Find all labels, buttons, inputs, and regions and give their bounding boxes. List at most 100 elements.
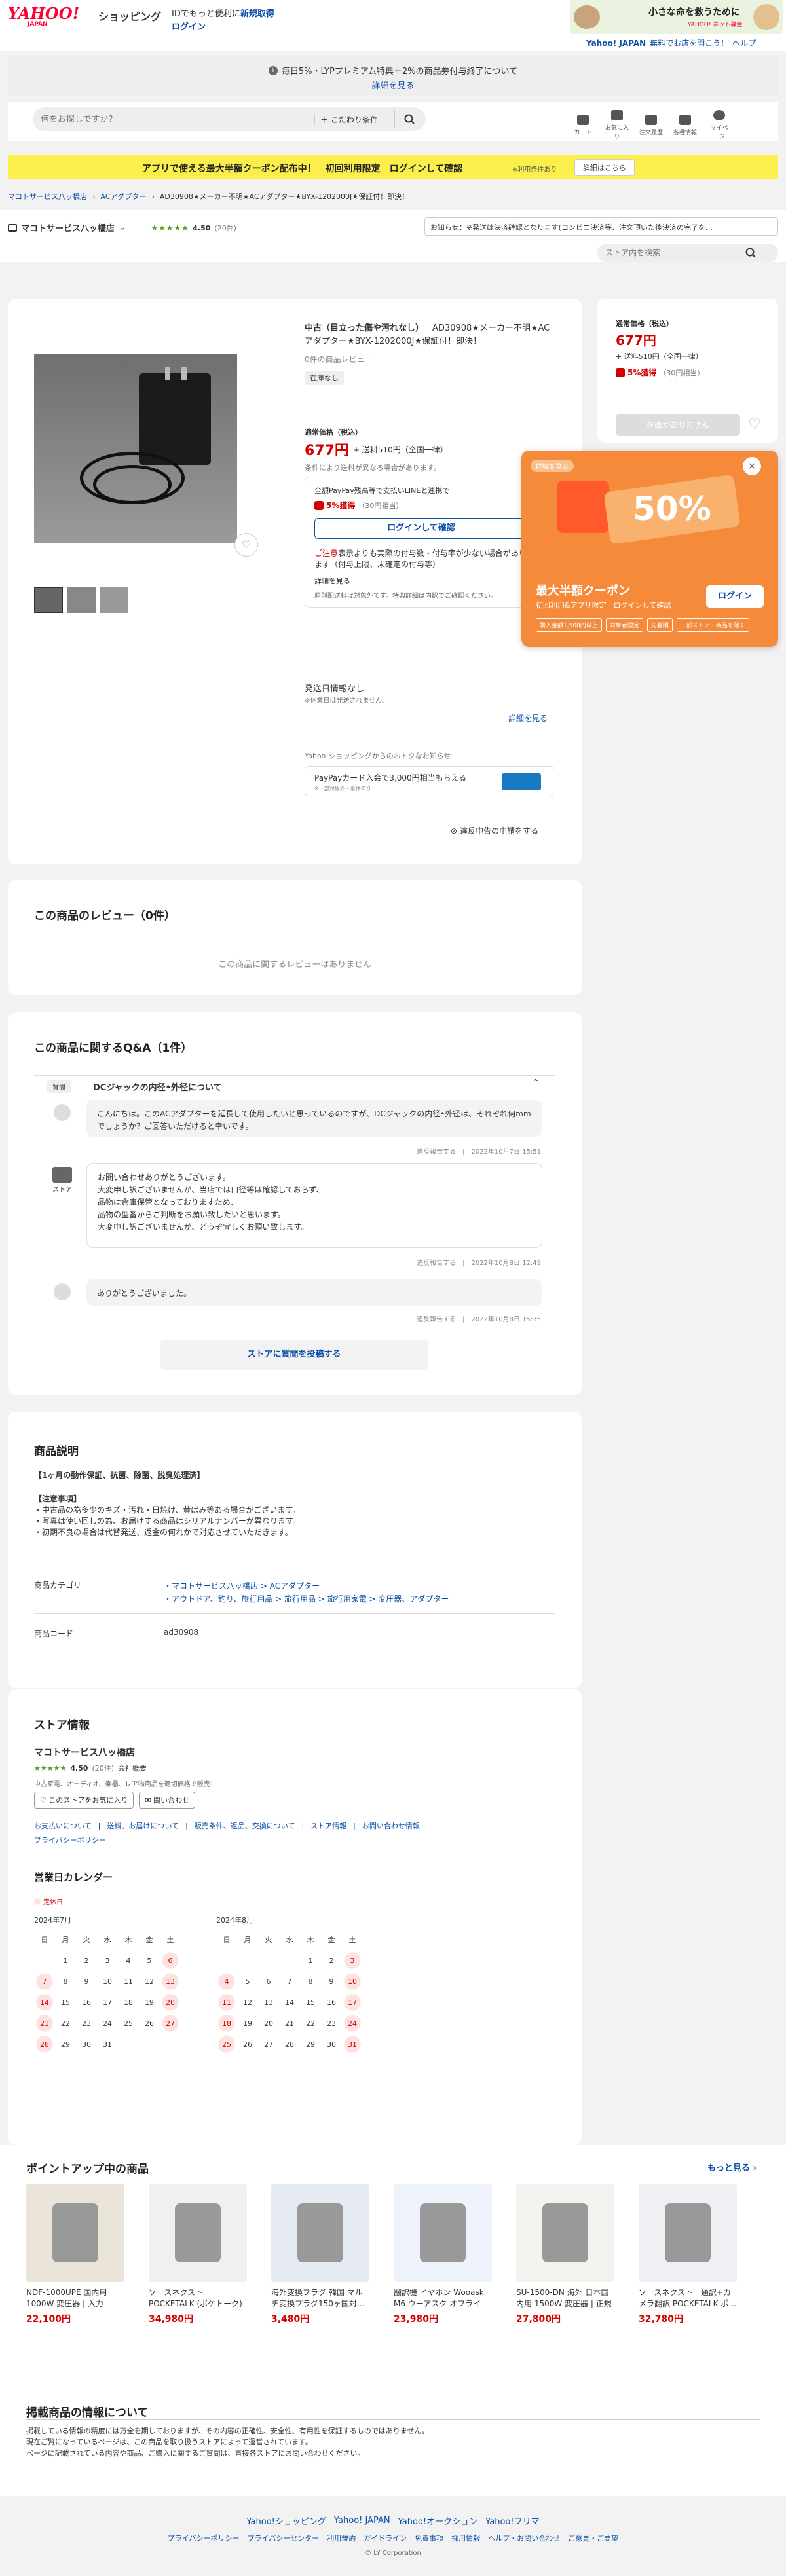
product-price: 22,100円 [26,2314,71,2325]
shopping-logo[interactable]: ショッピング [98,8,161,24]
donation-banner[interactable]: 小さな命を救うために YAHOO! ネット募金 [570,0,783,34]
side-heart-icon[interactable]: ♡ [748,416,761,433]
notice-text: 毎日5%・LYPプレミアム特典＋2%の商品券付与終了について [281,67,518,77]
calendar-day: 23 [82,2019,91,2028]
login-confirm-button[interactable]: ログインして確認 [314,518,528,539]
popup-title: 最大半額クーポン [536,584,630,598]
footer-link[interactable]: Yahoo! JAPAN [334,2516,390,2526]
store-search-icon[interactable] [745,248,756,258]
footer: Yahoo!ショッピング Yahoo! JAPAN Yahoo!オークション Yaho… [0,2496,786,2576]
footer-link[interactable]: Yahoo!フリマ [485,2514,539,2527]
store-link[interactable]: お支払いについて [34,1820,92,1831]
coupon-detail-button[interactable]: 詳細はこちら [574,159,635,176]
calendar-day: 14 [285,1998,294,2007]
store-icon [52,1167,72,1183]
store-link[interactable]: ストア情報 [310,1820,346,1831]
store-link[interactable]: お問い合わせ情報 [362,1820,420,1831]
help-link[interactable]: ヘルプ [732,37,756,48]
more-link[interactable]: もっと見る › [707,2161,757,2173]
footer-link[interactable]: プライバシーポリシー [168,2533,240,2543]
store-info-name[interactable]: マコトサービス八ッ橋店 [34,1746,135,1759]
chevron-up-icon[interactable]: ⌃ [532,1078,540,1088]
calendar-day: 17 [342,1992,363,2013]
thumbnail[interactable] [34,587,63,613]
footer-link[interactable]: プライバシーセンター [248,2533,320,2543]
weekday-header: 水 [286,1936,293,1944]
popup-login-button[interactable]: ログイン [706,585,764,608]
heart-button[interactable]: お気に入り [605,110,629,140]
favorite-store-button[interactable]: ♡ このストアをお気に入り [34,1792,134,1809]
store-links: お支払いについて | 送料、お届けについて | 販売条件、返品、交換について | ストア情報… [34,1820,420,1831]
footer-link[interactable]: ヘルプ・お問い合わせ [488,2533,560,2543]
point-up-product[interactable]: 翻訳機 イヤホン Wooask M6 ウーアスク オフライン… 23,980円 [394,2184,492,2325]
review-count[interactable]: 0件の商品レビュー [305,354,373,365]
notice-detail-link[interactable]: 詳細を見る [8,79,778,91]
paypay-icon [616,367,625,377]
user-button[interactable]: マイページ [707,110,731,140]
point-up-product[interactable]: 海外変換プラグ 韓国 マルチ変換プラグ150ヶ国対… 3,480円 [271,2184,369,2325]
breadcrumb-category[interactable]: ACアダプター [100,191,146,202]
store-link[interactable]: 送料、お届けについて [107,1820,179,1831]
register-link[interactable]: 新規取得 [240,9,274,19]
search-input[interactable] [41,111,290,127]
report-link[interactable]: ⊘ 違反申告の申請をする [451,825,538,836]
footer-link[interactable]: 採用情報 [451,2533,480,2543]
contact-button[interactable]: ✉ 問い合わせ [139,1792,196,1809]
footer-link[interactable]: ガイドライン [364,2533,407,2543]
ship-detail-link[interactable]: 詳細を見る [508,712,548,724]
footer-link[interactable]: Yahoo!オークション [398,2514,477,2527]
header-icon-label: お気に入り [605,125,629,140]
filter-button[interactable]: ＋こだわり条件 [314,114,378,125]
product-main-image[interactable] [34,354,237,543]
bell-button[interactable]: 各種情報 [673,114,697,136]
point-up-product[interactable]: SU-1500-DN 海外 日本国内用 1500W 変圧器 | 正規代… 27,8… [516,2184,614,2325]
yahoo-japan-link[interactable]: Yahoo! JAPAN [586,39,646,48]
calendar-day: 18 [216,2013,237,2034]
calendar-day: 15 [306,1998,315,2007]
yahoo-logo[interactable]: YAHOO! [8,4,79,23]
calendar-day: 2 [84,1956,89,1965]
point-up-product[interactable]: ソースネクスト 通訳+カメラ翻訳 POCKETALK ポ… 32,780円 [639,2184,737,2325]
close-icon[interactable]: × [743,457,761,475]
header-icon-label: マイページ [710,125,728,140]
login-link[interactable]: ログイン [172,20,206,32]
store-notice[interactable]: お知らせ：※発送は決済確認となります(コンビニ決済等、注文頂いた後決済の完了を… [424,217,778,236]
post-question-button[interactable]: ストアに質問を投稿する [160,1340,428,1370]
footer-link[interactable]: 利用規約 [327,2533,356,2543]
footer-link[interactable]: Yahoo!ショッピング [246,2514,326,2527]
popup-chip: 対象者限定 [605,618,643,632]
point-up-product[interactable]: ソースネクスト POCKETALK (ポケトーク) S Plus グ… 34,98… [149,2184,247,2325]
caution-detail-link[interactable]: 詳細を見る [314,576,350,586]
privacy-link[interactable]: プライバシーポリシー [34,1835,106,1845]
calendar-day: 19 [145,1998,154,2007]
store-rating[interactable]: ★★★★★ 4.50 (20件) [151,223,236,233]
heart-icon [611,110,623,120]
breadcrumb-store[interactable]: マコトサービス八ッ橋店 [8,191,87,202]
footer-link[interactable]: ご意見・ご要望 [568,2533,618,2543]
out-of-stock-button: 在庫がありません [616,414,740,436]
cart-button[interactable]: カート [571,114,595,136]
history-button[interactable]: 注文履歴 [639,114,663,136]
category-links[interactable]: ・マコトサービス八ッ橋店 > ACアダプター ・アウトドア、釣り、旅行用品 > 旅… [164,1579,449,1606]
store-link[interactable]: 販売条件、返品、交換について [195,1820,295,1831]
favorite-heart-icon[interactable]: ♡ [234,533,258,557]
footer-link[interactable]: 免責事項 [415,2533,443,2543]
bell-icon [679,114,691,125]
popup-sub: 初回利用&アプリ限定 ログインして確認 [536,601,671,610]
coupon-bar[interactable]: アプリで使える最大半額クーポン配布中！ 初回利用限定 ログインして確認 ※利用条… [8,155,778,179]
store-search-input[interactable] [605,246,736,259]
search-button[interactable] [394,110,423,128]
star-rating-icon: ★★★★★ [151,223,189,233]
store-info-rating: ★★★★★ 4.50 (20件) 会社概要 [34,1763,147,1773]
paypay-card-deal[interactable]: PayPayカード入会で3,000円相当もらえる ※一部対象外・条件あり [305,766,553,796]
point-up-product[interactable]: NDF-1000UPE 国内用 1000W 変圧器 | 入力 100V 出力… 2… [26,2184,124,2325]
thumbnail[interactable] [67,587,96,613]
prohibit-icon: ⊘ [451,826,458,836]
footer-links-main: Yahoo!ショッピング Yahoo! JAPAN Yahoo!オークション Yaho… [0,2514,786,2527]
product-price: 27,800円 [516,2314,561,2325]
thumbnail[interactable] [100,587,128,613]
calendar-day: 14 [34,1992,55,2013]
store-name-dropdown[interactable]: マコトサービス八ッ橋店 ⌄ [8,221,126,234]
open-store-link[interactable]: 無料でお店を開こう！ [650,37,728,48]
store-info-card: ストア情報 マコトサービス八ッ橋店 ★★★★★ 4.50 (20件) 会社概要 中古家… [8,1689,582,2145]
